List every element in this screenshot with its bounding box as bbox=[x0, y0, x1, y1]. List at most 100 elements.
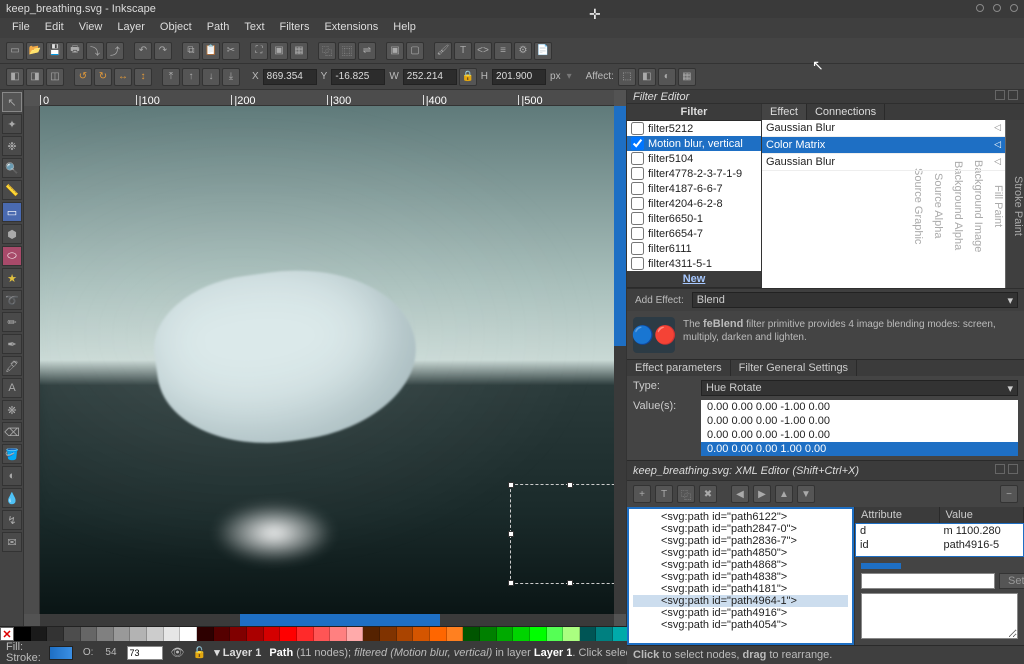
color-swatch[interactable] bbox=[397, 627, 414, 641]
handle-n[interactable] bbox=[567, 482, 573, 488]
handle-w[interactable] bbox=[508, 531, 514, 537]
xml-new-text-icon[interactable]: T bbox=[655, 485, 673, 503]
filter-item[interactable]: filter6654-7 bbox=[627, 226, 761, 241]
connector-handle-icon[interactable]: ◁ bbox=[994, 156, 1001, 167]
panel-close-icon[interactable] bbox=[1008, 90, 1018, 100]
filter-checkbox[interactable] bbox=[631, 197, 644, 210]
ungroup-icon[interactable]: ▢ bbox=[406, 42, 424, 60]
color-swatch[interactable] bbox=[530, 627, 547, 641]
filter-item[interactable]: Motion blur, vertical bbox=[627, 136, 761, 151]
tweak-tool-icon[interactable]: ❉ bbox=[2, 136, 22, 156]
color-swatch[interactable] bbox=[297, 627, 314, 641]
color-swatch[interactable] bbox=[47, 627, 64, 641]
tab-effect-params[interactable]: Effect parameters bbox=[627, 360, 731, 376]
export-icon[interactable]: ⤴ bbox=[106, 42, 124, 60]
attr-header-value[interactable]: Value bbox=[940, 507, 1024, 523]
eraser-tool-icon[interactable]: ⌫ bbox=[2, 422, 22, 442]
filter-checkbox[interactable] bbox=[631, 137, 644, 150]
ruler-vertical[interactable] bbox=[24, 106, 40, 614]
menu-edit[interactable]: Edit bbox=[39, 20, 70, 36]
matrix-row[interactable]: 0.00 0.00 0.00 -1.00 0.00 bbox=[701, 414, 1018, 428]
xml-up-icon[interactable]: ▲ bbox=[775, 485, 793, 503]
filter-checkbox[interactable] bbox=[631, 182, 644, 195]
xml-indent-icon[interactable]: ▶ bbox=[753, 485, 771, 503]
xml-delete-icon[interactable]: ✖ bbox=[699, 485, 717, 503]
primitive-item[interactable]: Gaussian Blur◁ bbox=[762, 120, 1005, 137]
fill-swatch[interactable] bbox=[49, 646, 73, 660]
color-swatch[interactable] bbox=[330, 627, 347, 641]
affect-corner-icon[interactable]: ◧ bbox=[638, 68, 656, 86]
handle-nw[interactable] bbox=[508, 482, 514, 488]
color-swatch[interactable] bbox=[114, 627, 131, 641]
copy-icon[interactable]: ⧉ bbox=[182, 42, 200, 60]
cut-icon[interactable]: ✂ bbox=[222, 42, 240, 60]
menu-extensions[interactable]: Extensions bbox=[318, 20, 384, 36]
xml-node[interactable]: <svg:path id="path4916"> bbox=[633, 607, 848, 619]
color-swatch[interactable] bbox=[180, 627, 197, 641]
filter-item[interactable]: filter6650-1 bbox=[627, 211, 761, 226]
select-layers-icon[interactable]: ◨ bbox=[26, 68, 44, 86]
xml-down-icon[interactable]: ▼ bbox=[797, 485, 815, 503]
color-swatch[interactable] bbox=[97, 627, 114, 641]
print-icon[interactable]: 🖶 bbox=[66, 42, 84, 60]
connector-tool-icon[interactable]: ↯ bbox=[2, 510, 22, 530]
x-input[interactable] bbox=[263, 69, 317, 85]
doc-props-icon[interactable]: 📄 bbox=[534, 42, 552, 60]
color-swatch[interactable] bbox=[280, 627, 297, 641]
unit-label[interactable]: px bbox=[550, 71, 561, 82]
affect-gradient-icon[interactable]: ◐ bbox=[658, 68, 676, 86]
canvas-area[interactable]: 0|100|200|300|400|500 bbox=[24, 90, 626, 626]
group-icon[interactable]: ▣ bbox=[386, 42, 404, 60]
minimize-icon[interactable] bbox=[976, 4, 984, 12]
xml-node[interactable]: <svg:path id="path6122"> bbox=[633, 511, 848, 523]
menu-layer[interactable]: Layer bbox=[111, 20, 151, 36]
panel-min-icon[interactable] bbox=[995, 90, 1005, 100]
flip-ver-icon[interactable]: ↕ bbox=[134, 68, 152, 86]
new-filter-button[interactable]: New bbox=[627, 271, 761, 288]
filter-item[interactable]: filter6111 bbox=[627, 241, 761, 256]
attr-name-input[interactable] bbox=[861, 573, 995, 589]
menu-help[interactable]: Help bbox=[387, 20, 422, 36]
matrix-row[interactable]: 0.00 0.00 0.00 -1.00 0.00 bbox=[701, 400, 1018, 414]
attr-row[interactable]: idpath4916-5 bbox=[856, 538, 1023, 552]
measure-tool-icon[interactable]: 📏 bbox=[2, 180, 22, 200]
filter-checkbox[interactable] bbox=[631, 122, 644, 135]
color-swatch[interactable] bbox=[230, 627, 247, 641]
deselect-icon[interactable]: ◫ bbox=[46, 68, 64, 86]
calligraphy-tool-icon[interactable]: 🖊 bbox=[2, 356, 22, 376]
connector-handle-icon[interactable]: ◁ bbox=[994, 122, 1001, 133]
menu-text[interactable]: Text bbox=[238, 20, 270, 36]
xml-dup-icon[interactable]: ⿻ bbox=[677, 485, 695, 503]
lower-bottom-icon[interactable]: ⤓ bbox=[222, 68, 240, 86]
unlink-icon[interactable]: ⇌ bbox=[358, 42, 376, 60]
zoom-fit-icon[interactable]: ⛶ bbox=[250, 42, 268, 60]
filter-item[interactable]: filter4187-6-6-7 bbox=[627, 181, 761, 196]
spray-tool-icon[interactable]: ❋ bbox=[2, 400, 22, 420]
filter-checkbox[interactable] bbox=[631, 167, 644, 180]
layer-vis-icon[interactable]: 👁 bbox=[171, 646, 185, 659]
rotate-cw-icon[interactable]: ↻ bbox=[94, 68, 112, 86]
spiral-tool-icon[interactable]: ➰ bbox=[2, 290, 22, 310]
vertical-scrollbar[interactable] bbox=[614, 106, 626, 614]
selector-tool-icon[interactable]: ↖ bbox=[2, 92, 22, 112]
flip-hor-icon[interactable]: ↔ bbox=[114, 68, 132, 86]
attr-list[interactable]: dm 1100.280idpath4916-5 bbox=[855, 523, 1024, 557]
menu-file[interactable]: File bbox=[6, 20, 36, 36]
clone-icon[interactable]: ⿴ bbox=[338, 42, 356, 60]
dup-icon[interactable]: ⿻ bbox=[318, 42, 336, 60]
xml-unindent-icon[interactable]: ◀ bbox=[731, 485, 749, 503]
undo-icon[interactable]: ↶ bbox=[134, 42, 152, 60]
xml-node[interactable]: <svg:path id="path4850"> bbox=[633, 547, 848, 559]
text-props-icon[interactable]: T bbox=[454, 42, 472, 60]
filter-editor-header[interactable]: Filter Editor bbox=[627, 90, 1024, 104]
ellipse-tool-icon[interactable]: ⬭ bbox=[2, 246, 22, 266]
color-swatch[interactable] bbox=[147, 627, 164, 641]
color-swatch[interactable] bbox=[314, 627, 331, 641]
attr-scroll-thumb[interactable] bbox=[861, 563, 901, 569]
filter-item[interactable]: filter5212 bbox=[627, 121, 761, 136]
color-swatch[interactable] bbox=[547, 627, 564, 641]
ruler-horizontal[interactable]: 0|100|200|300|400|500 bbox=[40, 90, 614, 106]
color-swatch[interactable] bbox=[130, 627, 147, 641]
pencil-tool-icon[interactable]: ✏ bbox=[2, 312, 22, 332]
xml-editor-header[interactable]: keep_breathing.svg: XML Editor (Shift+Ct… bbox=[627, 461, 1024, 481]
